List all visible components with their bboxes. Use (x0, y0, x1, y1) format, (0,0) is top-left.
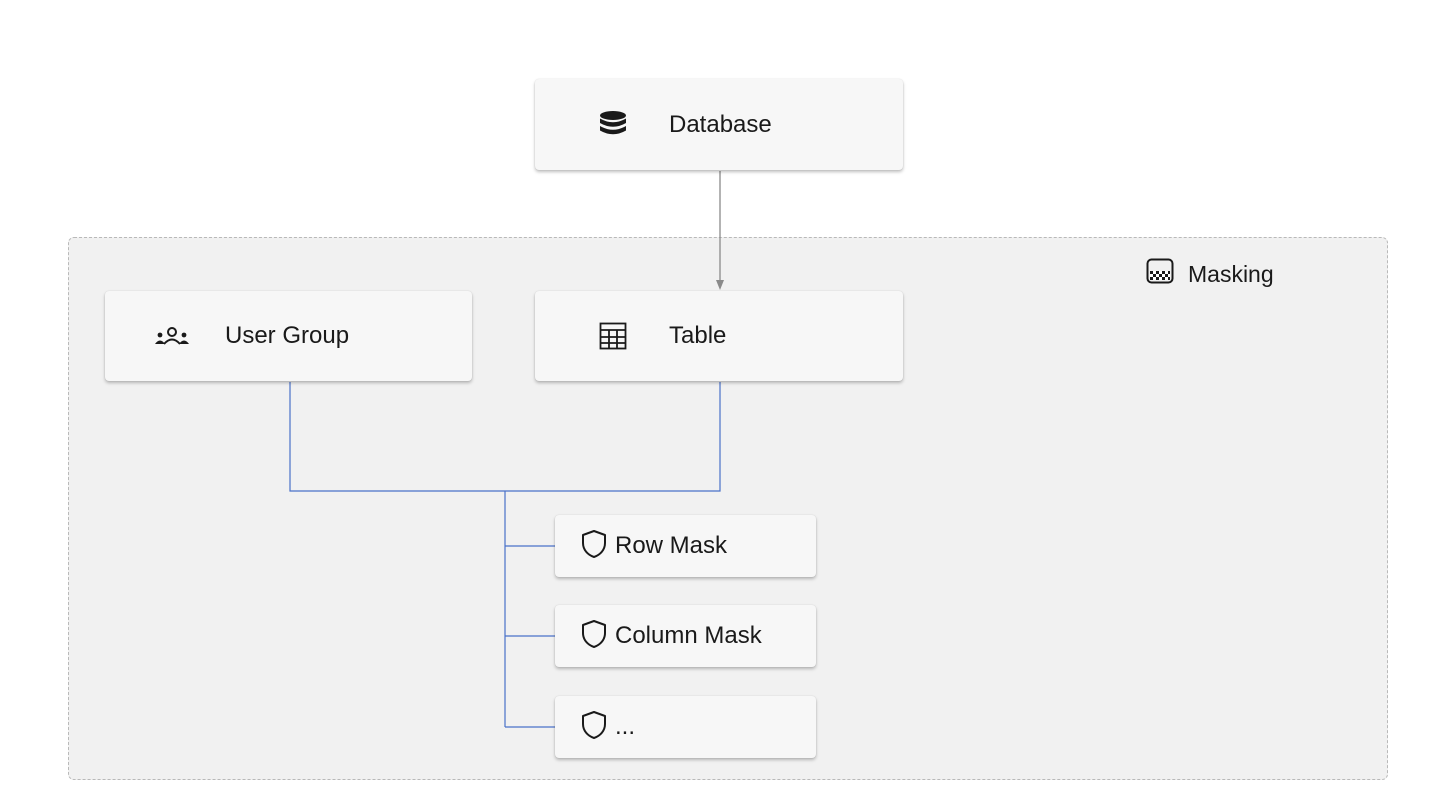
column-mask-node[interactable]: Column Mask (555, 605, 816, 667)
more-masks-node[interactable]: ... (555, 696, 816, 758)
database-label: Database (669, 110, 772, 138)
table-label: Table (669, 322, 727, 349)
user-group-node[interactable]: User Group (105, 291, 472, 381)
shield-icon (581, 710, 607, 745)
shield-icon (581, 619, 607, 654)
shield-icon (581, 529, 607, 564)
table-node[interactable]: Table (535, 291, 903, 381)
column-mask-label: Column Mask (615, 622, 762, 649)
user-group-label: User Group (225, 322, 350, 349)
row-mask-label: Row Mask (615, 532, 728, 559)
row-mask-node[interactable]: Row Mask (555, 515, 816, 577)
more-masks-label: ... (615, 713, 636, 740)
table-icon (595, 322, 631, 350)
database-icon (595, 110, 631, 140)
database-node[interactable]: Database (535, 79, 903, 170)
user-group-icon (153, 326, 191, 346)
